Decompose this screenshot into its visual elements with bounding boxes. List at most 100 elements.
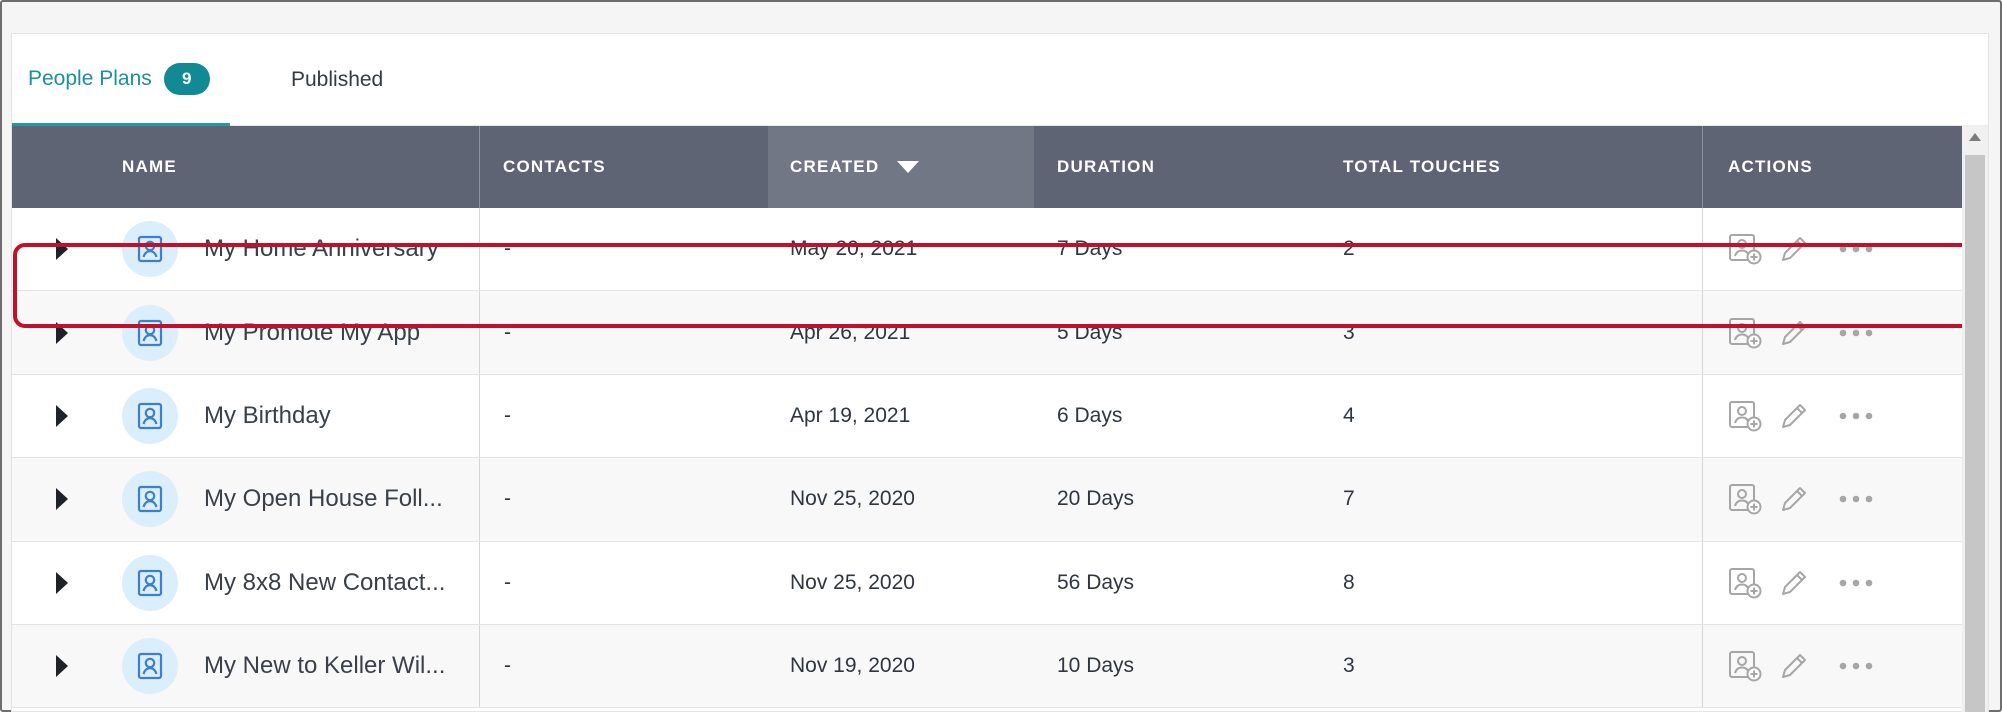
- more-actions-button[interactable]: [1838, 291, 1874, 373]
- edit-plan-button[interactable]: [1777, 625, 1811, 707]
- total-touches-value: 2: [1343, 237, 1355, 261]
- pencil-icon: [1777, 399, 1811, 433]
- table-header: NAME CONTACTS CREATED DURATION TOTAL TOU…: [12, 126, 1963, 208]
- contacts-value: -: [504, 237, 511, 261]
- column-header-total-touches[interactable]: TOTAL TOUCHES: [1343, 126, 1501, 208]
- plan-count-badge: 9: [163, 62, 210, 95]
- table-row[interactable]: My 8x8 New Contact... - Nov 25, 2020 56 …: [12, 541, 1963, 625]
- column-header-duration-label: DURATION: [1057, 157, 1156, 176]
- add-contact-icon: [1728, 400, 1762, 432]
- add-contact-button[interactable]: [1728, 291, 1762, 373]
- more-horizontal-icon: [1838, 328, 1874, 338]
- duration-value: 5 Days: [1057, 320, 1123, 344]
- add-contact-button[interactable]: [1728, 208, 1762, 290]
- edit-plan-button[interactable]: [1777, 458, 1811, 540]
- column-header-actions: ACTIONS: [1728, 126, 1813, 208]
- expand-row-button[interactable]: [56, 291, 68, 373]
- add-contact-icon: [1728, 317, 1762, 349]
- expand-row-button[interactable]: [56, 375, 68, 457]
- expand-row-button[interactable]: [56, 625, 68, 707]
- expand-row-button[interactable]: [56, 542, 68, 624]
- edit-plan-button[interactable]: [1777, 542, 1811, 624]
- caret-right-icon: [56, 571, 68, 594]
- more-actions-button[interactable]: [1838, 542, 1874, 624]
- column-header-duration[interactable]: DURATION: [1057, 126, 1155, 208]
- column-header-created[interactable]: CREATED: [768, 126, 1034, 208]
- more-actions-button[interactable]: [1838, 625, 1874, 707]
- contact-card-icon: [122, 387, 178, 444]
- edit-plan-button[interactable]: [1777, 375, 1811, 457]
- contacts-value: -: [504, 487, 511, 511]
- column-header-contacts[interactable]: CONTACTS: [503, 126, 606, 208]
- more-actions-button[interactable]: [1838, 208, 1874, 290]
- edit-plan-button[interactable]: [1777, 291, 1811, 373]
- contact-card-icon: [122, 221, 178, 278]
- caret-right-icon: [56, 655, 68, 678]
- plan-name-link[interactable]: My Birthday: [204, 375, 331, 457]
- sort-descending-icon: [897, 161, 920, 173]
- total-touches-value: 4: [1343, 403, 1355, 427]
- contact-card-icon: [122, 471, 178, 528]
- plan-name-link[interactable]: My New to Keller Wil...: [204, 625, 445, 707]
- caret-right-icon: [56, 238, 68, 261]
- more-actions-button[interactable]: [1838, 458, 1874, 540]
- pencil-icon: [1777, 232, 1811, 266]
- table-row[interactable]: My Birthday - Apr 19, 2021 6 Days 4: [12, 374, 1963, 459]
- created-date: Nov 25, 2020: [790, 570, 915, 594]
- more-horizontal-icon: [1838, 411, 1874, 421]
- add-contact-button[interactable]: [1728, 625, 1762, 707]
- tab-published[interactable]: Published: [291, 34, 383, 126]
- column-header-created-label: CREATED: [790, 157, 880, 176]
- caret-right-icon: [56, 321, 68, 344]
- expand-row-button[interactable]: [56, 208, 68, 290]
- scroll-up-arrow-icon[interactable]: [1969, 133, 1981, 141]
- more-horizontal-icon: [1838, 661, 1874, 671]
- contacts-value: -: [504, 570, 511, 594]
- column-header-total-touches-label: TOTAL TOUCHES: [1343, 157, 1501, 176]
- add-contact-button[interactable]: [1728, 542, 1762, 624]
- contacts-value: -: [504, 403, 511, 427]
- plans-table: NAME CONTACTS CREATED DURATION TOTAL TOU…: [12, 126, 1963, 709]
- expand-row-button[interactable]: [56, 458, 68, 540]
- total-touches-value: 3: [1343, 320, 1355, 344]
- plan-name-link[interactable]: My Promote My App: [204, 291, 420, 373]
- plan-name-link[interactable]: My 8x8 New Contact...: [204, 542, 445, 624]
- add-contact-icon: [1728, 650, 1762, 682]
- more-actions-button[interactable]: [1838, 375, 1874, 457]
- vertical-scrollbar[interactable]: [1962, 125, 1988, 712]
- table-row[interactable]: My Home Anniversary - May 20, 2021 7 Day…: [12, 208, 1963, 292]
- contact-card-icon: [122, 554, 178, 611]
- contact-card-icon: [122, 638, 178, 695]
- add-contact-button[interactable]: [1728, 458, 1762, 540]
- scrollbar-thumb[interactable]: [1965, 155, 1985, 712]
- created-date: Nov 19, 2020: [790, 654, 915, 678]
- duration-value: 10 Days: [1057, 654, 1135, 678]
- column-header-name[interactable]: NAME: [122, 126, 177, 208]
- plan-name-link[interactable]: My Home Anniversary: [204, 208, 439, 290]
- add-contact-icon: [1728, 483, 1762, 515]
- caret-right-icon: [56, 404, 68, 427]
- contact-card-icon: [122, 304, 178, 361]
- pencil-icon: [1777, 649, 1811, 683]
- pencil-icon: [1777, 316, 1811, 350]
- table-row[interactable]: My New to Keller Wil... - Nov 19, 2020 1…: [12, 624, 1963, 709]
- caret-right-icon: [56, 488, 68, 511]
- tab-people-plans[interactable]: People Plans 9: [12, 34, 230, 126]
- plan-name-link[interactable]: My Open House Foll...: [204, 458, 443, 540]
- more-horizontal-icon: [1838, 578, 1874, 588]
- add-contact-button[interactable]: [1728, 375, 1762, 457]
- contacts-value: -: [504, 654, 511, 678]
- total-touches-value: 7: [1343, 487, 1355, 511]
- tab-published-label: Published: [291, 68, 384, 91]
- created-date: Nov 25, 2020: [790, 487, 915, 511]
- table-row[interactable]: My Open House Foll... - Nov 25, 2020 20 …: [12, 458, 1963, 542]
- table-body: My Home Anniversary - May 20, 2021 7 Day…: [12, 208, 1963, 709]
- tab-people-plans-label: People Plans: [28, 66, 152, 90]
- add-contact-icon: [1728, 567, 1762, 599]
- edit-plan-button[interactable]: [1777, 208, 1811, 290]
- table-row[interactable]: My Promote My App - Apr 26, 2021 5 Days …: [12, 291, 1963, 375]
- pencil-icon: [1777, 566, 1811, 600]
- plans-panel: People Plans 9 Published NAME CONTACTS C…: [11, 33, 1989, 712]
- created-date: May 20, 2021: [790, 237, 918, 261]
- pencil-icon: [1777, 482, 1811, 516]
